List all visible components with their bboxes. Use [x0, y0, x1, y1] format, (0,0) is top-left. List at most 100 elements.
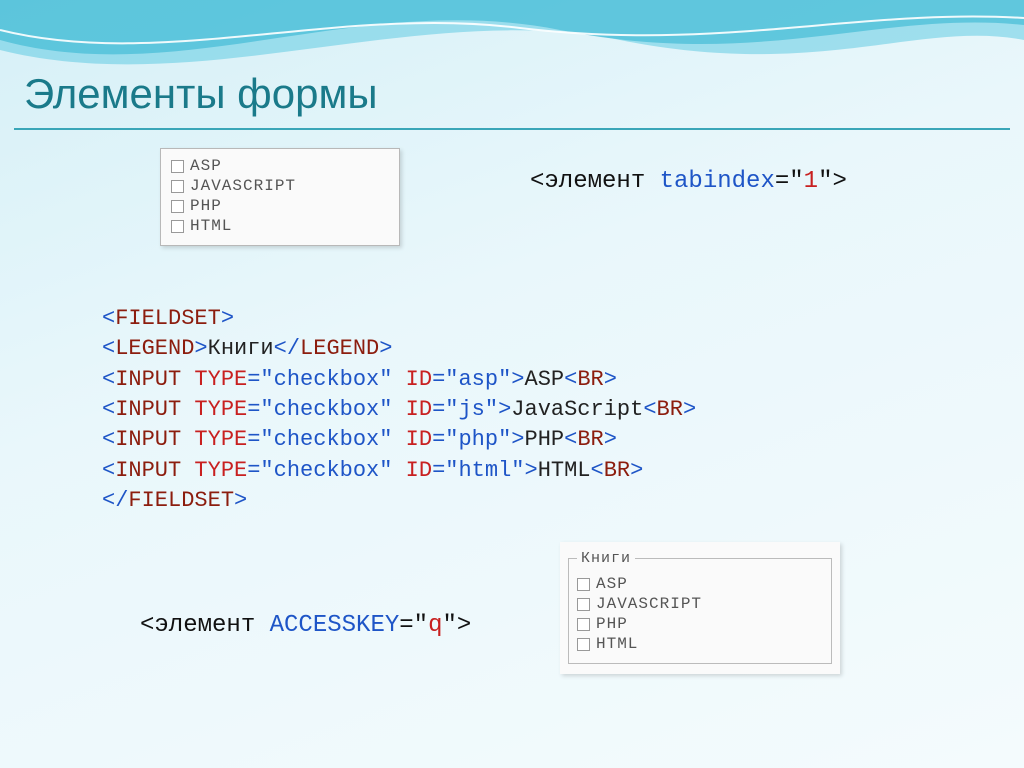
fieldset: Книги ASP JAVASCRIPT PHP HTML [568, 550, 832, 664]
code-tag: INPUT [115, 427, 181, 452]
code-punct: > [604, 427, 617, 452]
fieldset-code-block: <FIELDSET> <LEGEND>Книги</LEGEND> <INPUT… [102, 304, 696, 517]
code-attr: TYPE [194, 397, 247, 422]
code-space [181, 367, 194, 392]
list-item-label: ASP [190, 157, 222, 175]
code-tag: BR [577, 367, 603, 392]
code-text: PHP [525, 427, 565, 452]
checkbox-icon [171, 160, 184, 173]
code-punct: < [102, 367, 115, 392]
code-punct: "> [511, 458, 537, 483]
code-value: html [458, 458, 511, 483]
code-attr: TYPE [194, 458, 247, 483]
fieldset-render-box: Книги ASP JAVASCRIPT PHP HTML [560, 542, 840, 674]
checkbox-icon [577, 578, 590, 591]
code-space [181, 427, 194, 452]
code-value: checkbox [274, 458, 380, 483]
code-punct: < [102, 336, 115, 361]
code-punct: < [564, 367, 577, 392]
code-punct: "> [498, 367, 524, 392]
code-space [181, 458, 194, 483]
code-punct: " [379, 427, 405, 452]
code-punct: < [102, 397, 115, 422]
list-item: JAVASCRIPT [577, 595, 823, 613]
checkbox-icon [577, 598, 590, 611]
checkbox-list-box: ASP JAVASCRIPT PHP HTML [160, 148, 400, 246]
code-punct: </ [274, 336, 300, 361]
code-punct: =" [432, 427, 458, 452]
code-tag: BR [577, 427, 603, 452]
code-value: checkbox [274, 367, 380, 392]
code-tag: BR [657, 397, 683, 422]
code-punct: > [630, 458, 643, 483]
code-line: <INPUT TYPE="checkbox" ID="php">PHP<BR> [102, 425, 696, 455]
title-underline [14, 128, 1010, 130]
code-text: =" [399, 612, 428, 639]
fieldset-legend: Книги [577, 550, 635, 567]
list-item-label: HTML [596, 635, 638, 653]
code-punct: > [221, 306, 234, 331]
code-tag: INPUT [115, 367, 181, 392]
code-text: HTML [538, 458, 591, 483]
checkbox-icon [171, 200, 184, 213]
code-punct: =" [432, 397, 458, 422]
code-punct: < [102, 306, 115, 331]
code-line: </FIELDSET> [102, 486, 696, 516]
code-tag: FIELDSET [115, 306, 221, 331]
code-tag: LEGEND [300, 336, 379, 361]
code-punct: " [379, 397, 405, 422]
list-item-label: HTML [190, 217, 232, 235]
list-item: HTML [577, 635, 823, 653]
code-punct: > [234, 488, 247, 513]
code-punct: =" [247, 458, 273, 483]
code-line: <FIELDSET> [102, 304, 696, 334]
code-line: <INPUT TYPE="checkbox" ID="html">HTML<BR… [102, 456, 696, 486]
code-text: ASP [525, 367, 565, 392]
code-punct: </ [102, 488, 128, 513]
list-item: JAVASCRIPT [171, 177, 389, 195]
code-line: <LEGEND>Книги</LEGEND> [102, 334, 696, 364]
code-value: checkbox [274, 397, 380, 422]
code-value: asp [458, 367, 498, 392]
code-punct: > [683, 397, 696, 422]
slide-title: Элементы формы [24, 70, 378, 118]
code-tag: INPUT [115, 458, 181, 483]
code-punct: > [379, 336, 392, 361]
list-item-label: PHP [596, 615, 628, 633]
list-item: HTML [171, 217, 389, 235]
checkbox-icon [171, 180, 184, 193]
list-item: PHP [171, 197, 389, 215]
code-punct: =" [247, 367, 273, 392]
code-value: js [458, 397, 484, 422]
code-value: 1 [804, 168, 818, 195]
list-item-label: JAVASCRIPT [190, 177, 296, 195]
code-attr: ID [406, 367, 432, 392]
code-text: =" [775, 168, 804, 195]
code-attr: ID [406, 397, 432, 422]
code-punct: =" [247, 427, 273, 452]
accesskey-code: <элемент ACCESSKEY="q"> [140, 612, 471, 639]
code-value: q [428, 612, 442, 639]
list-item-label: PHP [190, 197, 222, 215]
code-text: Книги [208, 336, 274, 361]
code-punct: "> [485, 397, 511, 422]
checkbox-icon [171, 220, 184, 233]
tabindex-code: <элемент tabindex="1"> [530, 168, 847, 195]
list-item: PHP [577, 615, 823, 633]
code-tag: INPUT [115, 397, 181, 422]
code-punct: =" [432, 458, 458, 483]
code-text: <элемент [140, 612, 270, 639]
list-item-label: ASP [596, 575, 628, 593]
code-attr: ACCESSKEY [270, 612, 400, 639]
code-punct: < [102, 427, 115, 452]
code-text: "> [818, 168, 847, 195]
code-attr: tabindex [660, 168, 775, 195]
list-item-label: JAVASCRIPT [596, 595, 702, 613]
code-value: php [458, 427, 498, 452]
code-space [181, 397, 194, 422]
code-tag: FIELDSET [128, 488, 234, 513]
code-punct: < [591, 458, 604, 483]
code-punct: "> [498, 427, 524, 452]
code-punct: " [379, 367, 405, 392]
code-line: <INPUT TYPE="checkbox" ID="asp">ASP<BR> [102, 365, 696, 395]
